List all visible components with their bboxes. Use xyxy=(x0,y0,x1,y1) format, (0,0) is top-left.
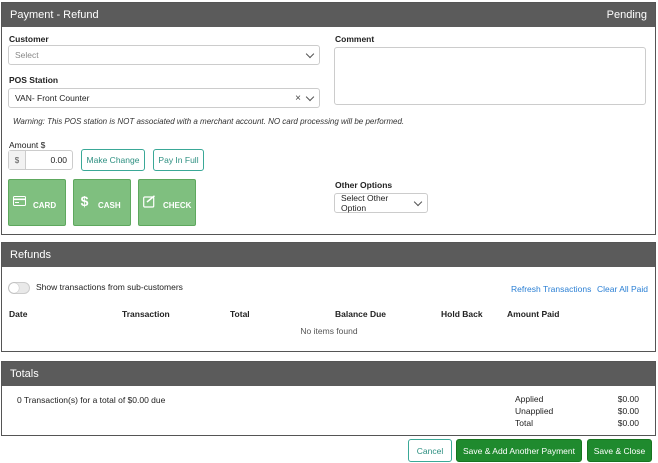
cash-tile-button[interactable]: $ CASH xyxy=(73,179,131,226)
totals-row-value: $0.00 xyxy=(617,406,639,416)
totals-row-label: Total xyxy=(515,418,533,428)
comment-textarea[interactable] xyxy=(334,47,646,105)
other-options-label: Other Options xyxy=(335,180,393,190)
check-tile-label: CHECK xyxy=(163,201,192,210)
check-edit-icon xyxy=(143,194,156,208)
payment-panel-header: Payment - Refund Pending xyxy=(2,3,655,27)
toggle-knob xyxy=(9,283,19,293)
column-header-transaction: Transaction xyxy=(122,309,170,319)
totals-row-value: $0.00 xyxy=(617,394,639,404)
payment-status: Pending xyxy=(606,9,647,21)
totals-row-total: Total $0.00 xyxy=(515,418,639,428)
cancel-button[interactable]: Cancel xyxy=(408,439,452,462)
column-header-hold-back: Hold Back xyxy=(441,309,483,319)
chevron-down-icon xyxy=(413,197,423,206)
make-change-button[interactable]: Make Change xyxy=(81,149,145,171)
pos-station-value: VAN- Front Counter xyxy=(15,93,90,103)
column-header-amount-paid: Amount Paid xyxy=(507,309,560,319)
amount-label: Amount $ xyxy=(9,140,46,150)
sub-customers-toggle-label: Show transactions from sub-customers xyxy=(36,282,183,292)
refresh-transactions-link[interactable]: Refresh Transactions xyxy=(511,284,591,294)
column-header-date: Date xyxy=(9,309,28,319)
customer-select-value: Select xyxy=(15,50,39,60)
card-tile-button[interactable]: CARD xyxy=(8,179,66,226)
customer-label: Customer xyxy=(9,34,49,44)
column-header-total: Total xyxy=(230,309,250,319)
totals-row-value: $0.00 xyxy=(617,418,639,428)
cash-tile-label: CASH xyxy=(98,201,121,210)
totals-row-label: Unapplied xyxy=(515,406,554,416)
dollar-icon: $ xyxy=(80,193,89,209)
column-header-balance-due: Balance Due xyxy=(335,309,387,319)
sub-customers-toggle[interactable] xyxy=(8,282,30,294)
clear-all-paid-link[interactable]: Clear All Paid xyxy=(597,284,648,294)
totals-panel-header: Totals xyxy=(2,362,655,386)
save-add-another-button[interactable]: Save & Add Another Payment xyxy=(456,439,582,462)
empty-table-message: No items found xyxy=(300,326,358,336)
check-tile-button[interactable]: CHECK xyxy=(138,179,196,226)
refunds-panel-header: Refunds xyxy=(2,243,655,267)
card-tile-label: CARD xyxy=(33,201,57,210)
totals-title: Totals xyxy=(10,368,39,380)
pos-station-label: POS Station xyxy=(9,75,59,85)
currency-symbol: $ xyxy=(9,151,26,169)
pay-in-full-button[interactable]: Pay In Full xyxy=(153,149,204,171)
totals-row-unapplied: Unapplied $0.00 xyxy=(515,406,639,416)
save-close-button[interactable]: Save & Close xyxy=(587,439,652,462)
customer-select[interactable]: Select xyxy=(8,45,320,65)
other-options-select[interactable]: Select Other Option xyxy=(334,193,428,213)
comment-label: Comment xyxy=(335,34,375,44)
pos-station-select[interactable]: VAN- Front Counter × xyxy=(8,88,320,108)
totals-row-label: Applied xyxy=(515,394,544,404)
clear-icon[interactable]: × xyxy=(295,93,301,104)
amount-input[interactable]: $ 0.00 xyxy=(8,150,73,170)
refunds-title: Refunds xyxy=(10,249,51,261)
chevron-down-icon xyxy=(305,92,315,101)
credit-card-icon xyxy=(13,194,26,208)
totals-summary: 0 Transaction(s) for a total of $0.00 du… xyxy=(17,395,166,405)
other-options-value: Select Other Option xyxy=(341,193,389,213)
totals-row-applied: Applied $0.00 xyxy=(515,394,639,404)
payment-title: Payment - Refund xyxy=(10,9,99,21)
chevron-down-icon xyxy=(305,49,315,58)
merchant-warning: Warning: This POS station is NOT associa… xyxy=(13,117,405,126)
amount-value: 0.00 xyxy=(50,155,67,165)
